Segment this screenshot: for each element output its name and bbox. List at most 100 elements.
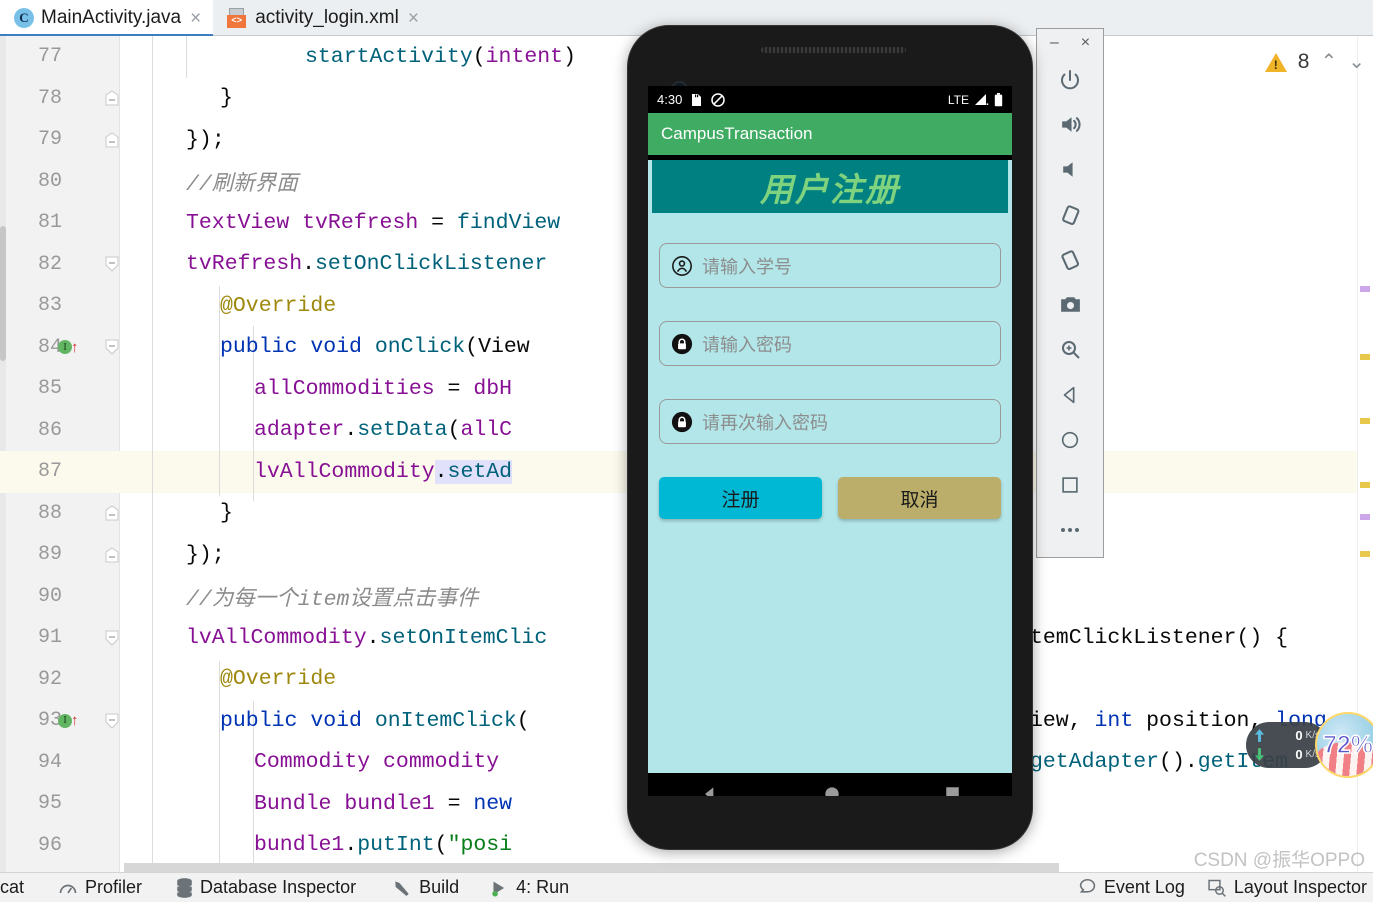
code-fold-icon[interactable] — [104, 339, 120, 355]
volume-down-icon[interactable] — [1037, 147, 1103, 192]
run-play-icon — [492, 880, 505, 897]
rotate-right-icon[interactable] — [1037, 237, 1103, 282]
toolwindow-build[interactable]: Build — [392, 877, 459, 898]
code-text: lvAllCommodity.setAd — [254, 459, 513, 484]
overview-icon[interactable] — [1037, 462, 1103, 507]
code-fold-icon[interactable] — [104, 90, 120, 106]
android-navigation-bar — [648, 773, 1012, 796]
upload-speed-value: 0 — [1295, 728, 1303, 743]
download-speed-row: 0 K/s — [1254, 745, 1320, 764]
toolwindow-label: cat — [0, 877, 25, 897]
line-number: 96 — [37, 833, 62, 857]
horizontal-scrollbar[interactable] — [124, 863, 1059, 872]
line-number: 90 — [37, 584, 62, 608]
close-icon[interactable]: × — [1081, 35, 1090, 51]
code-fold-icon[interactable] — [104, 132, 120, 148]
code-fold-icon[interactable] — [104, 505, 120, 521]
android-status-bar: 4:30 LTE — [648, 86, 1012, 113]
line-number: 82 — [37, 252, 62, 276]
code-text-continuation: temClickListener() { — [1030, 625, 1289, 650]
student-id-field[interactable]: 请输入学号 — [659, 243, 1001, 288]
rotate-left-icon[interactable] — [1037, 192, 1103, 237]
password-field[interactable]: 请输入密码 — [659, 321, 1001, 366]
line-number: 83 — [37, 294, 62, 318]
code-text: Commodity commodity — [254, 750, 500, 775]
chevron-up-icon[interactable]: ⌃ — [1320, 52, 1337, 72]
upload-speed-row: 0 K/s — [1254, 726, 1320, 745]
line-number: 81 — [37, 211, 62, 235]
line-number: 88 — [37, 501, 62, 525]
zoom-icon[interactable] — [1037, 327, 1103, 372]
toolwindow-logcat[interactable]: cat — [0, 877, 24, 898]
run-gutter-icon[interactable]: I ↑ — [58, 339, 88, 356]
inspection-widget: 8 ⌃ ⌄ — [1264, 50, 1365, 74]
code-text: TextView tvRefresh = findView — [186, 210, 561, 235]
code-text: }); — [186, 127, 225, 152]
code-text: @Override — [220, 293, 337, 318]
lock-icon — [671, 411, 693, 432]
confirm-password-placeholder: 请再次输入密码 — [702, 412, 828, 433]
line-number: 79 — [37, 128, 62, 152]
code-text: tvRefresh.setOnClickListener — [186, 252, 548, 277]
line-number: 93 — [37, 709, 62, 733]
code-fold-icon[interactable] — [104, 547, 120, 563]
code-fold-icon[interactable] — [104, 713, 120, 729]
person-icon — [672, 255, 692, 276]
code-text: public void onItemClick( — [220, 708, 530, 733]
run-gutter-icon[interactable]: I ↑ — [58, 712, 88, 729]
line-number: 84 — [37, 335, 62, 359]
toolwindow-event-log[interactable]: Event Log — [1078, 877, 1185, 898]
code-text: public void onClick(View — [220, 335, 530, 360]
battery-percent-widget[interactable]: 72% — [1315, 712, 1373, 778]
line-number: 95 — [37, 792, 62, 816]
toolwindow-label: Event Log — [1103, 877, 1185, 897]
toolwindow-layout-inspector[interactable]: Layout Inspector — [1207, 877, 1367, 898]
profiler-icon — [59, 884, 77, 893]
toolwindow-label: Profiler — [85, 877, 143, 897]
code-text: Bundle bundle1 = new — [254, 791, 513, 816]
line-number: 92 — [37, 667, 62, 691]
code-text: lvAllCommodity.setOnItemClic — [186, 625, 548, 650]
back-icon — [705, 786, 714, 796]
marker-warning — [1360, 418, 1370, 424]
close-icon[interactable]: × — [188, 9, 203, 28]
code-text: allCommodities = dbH — [254, 376, 513, 401]
toolwindow-database-inspector[interactable]: Database Inspector — [176, 877, 356, 898]
toolwindow-run[interactable]: 4: Run — [491, 877, 569, 898]
tab-mainactivity-java[interactable]: C MainActivity.java × — [0, 0, 214, 37]
register-button[interactable]: 注册 — [659, 477, 822, 519]
earpiece-speaker — [761, 47, 906, 53]
code-text: } — [220, 86, 233, 111]
tab-label: MainActivity.java — [41, 7, 182, 28]
status-network: LTE — [947, 92, 969, 107]
arrow-down-icon — [1254, 748, 1265, 761]
more-icon[interactable] — [1037, 507, 1103, 552]
cancel-button[interactable]: 取消 — [838, 477, 1001, 519]
home-icon[interactable] — [1037, 417, 1103, 462]
do-not-disturb-icon — [711, 92, 726, 107]
toolwindow-profiler[interactable]: Profiler — [58, 877, 142, 898]
chevron-down-icon[interactable]: ⌄ — [1348, 52, 1365, 72]
code-fold-icon[interactable] — [104, 630, 120, 646]
register-heading: 用户注册 — [652, 160, 1008, 213]
back-icon[interactable] — [1037, 372, 1103, 417]
line-number: 89 — [37, 543, 62, 567]
emulator-screen[interactable]: 4:30 LTE CampusTransaction 用户注册 请输入学号 请输… — [648, 86, 1012, 796]
emulator-toolbar: – × — [1036, 28, 1104, 558]
minimize-icon[interactable]: – — [1050, 35, 1059, 51]
warning-triangle-icon — [1264, 52, 1287, 72]
close-icon[interactable]: × — [406, 9, 421, 28]
marker-usage — [1360, 514, 1370, 520]
download-speed-value: 0 — [1295, 747, 1303, 762]
xml-layout-icon: <> — [227, 7, 248, 29]
code-fold-icon[interactable] — [104, 256, 120, 272]
power-icon[interactable] — [1037, 57, 1103, 102]
confirm-password-field[interactable]: 请再次输入密码 — [659, 399, 1001, 444]
volume-up-icon[interactable] — [1037, 102, 1103, 147]
screenshot-camera-icon[interactable] — [1037, 282, 1103, 327]
code-text: //刷新界面 — [186, 172, 298, 197]
tab-activity-login-xml[interactable]: <> activity_login.xml × — [213, 0, 431, 36]
code-text: } — [220, 501, 233, 526]
app-action-bar: CampusTransaction — [648, 113, 1012, 155]
emulator-device-frame[interactable]: 4:30 LTE CampusTransaction 用户注册 请输入学号 请输… — [627, 25, 1033, 850]
